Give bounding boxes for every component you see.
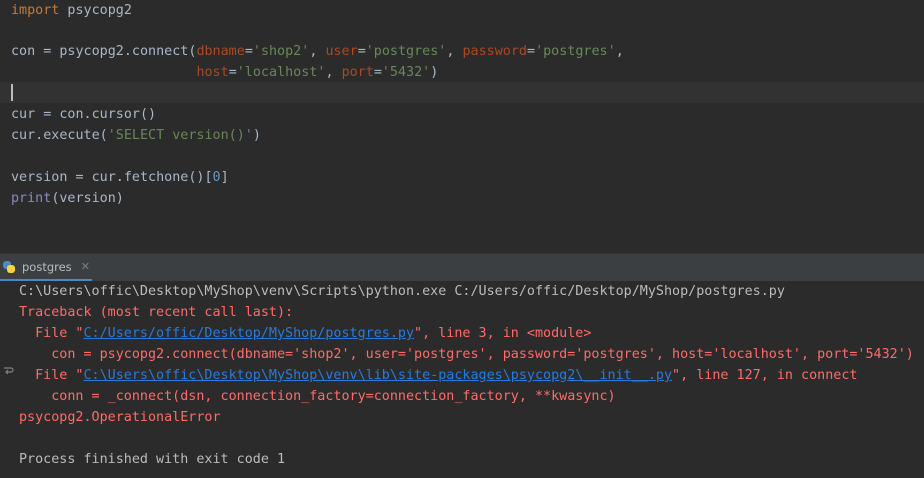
run-console[interactable]: C:\Users\offic\Desktop\MyShop\venv\Scrip…: [0, 281, 924, 478]
code-token-text: ,: [309, 44, 326, 59]
run-tool-window-tabs: postgres ✕: [0, 253, 924, 282]
code-token-text: =: [373, 65, 382, 80]
console-token-link[interactable]: C:/Users/offic/Desktop/MyShop/postgres.p…: [84, 326, 415, 341]
code-token-pn: dbname: [196, 44, 245, 59]
console-token-err: psycopg2.OperationalError: [19, 410, 221, 425]
console-token-err: File ": [19, 326, 84, 341]
code-token-text: cur.execute(: [11, 128, 108, 143]
code-token-text: =: [357, 44, 366, 59]
code-token-pn: port: [341, 65, 374, 80]
code-token-st: 'SELECT version()': [107, 128, 253, 143]
console-token-err: con = psycopg2.connect(dbname='shop2', u…: [19, 347, 914, 362]
code-token-st: '5432': [381, 65, 431, 80]
code-token-text: ): [252, 128, 261, 143]
console-token-err: Traceback (most recent call last):: [19, 305, 294, 320]
console-token-err: File ": [19, 368, 84, 383]
code-token-text: =: [527, 44, 536, 59]
console-token-text: C:\Users\offic\Desktop\MyShop\venv\Scrip…: [19, 284, 785, 299]
code-token-text: version = cur.fetchone()[: [11, 170, 213, 185]
console-token-err: conn = _connect(dsn, connection_factory=…: [19, 389, 616, 404]
text-caret: [11, 84, 13, 101]
console-line: Process finished with exit code 1: [19, 449, 285, 470]
code-token-bi: print: [11, 191, 52, 206]
console-token-link[interactable]: C:\Users\offic\Desktop\MyShop\venv\lib\s…: [84, 368, 673, 383]
code-token-text: ,: [446, 44, 463, 59]
code-token-kw: import: [11, 3, 60, 18]
code-token-st: 'shop2': [252, 44, 310, 59]
code-line[interactable]: version = cur.fetchone()[0]: [11, 167, 229, 188]
console-line: C:\Users\offic\Desktop\MyShop\venv\Scrip…: [19, 281, 785, 302]
code-token-text: (version): [51, 191, 124, 206]
code-token-text: =: [244, 44, 253, 59]
code-line[interactable]: con = psycopg2.connect(dbname='shop2', u…: [11, 41, 624, 62]
code-token-text: =: [228, 65, 237, 80]
code-line[interactable]: cur.execute('SELECT version()'): [11, 125, 261, 146]
code-token-text: ,: [325, 65, 342, 80]
code-token-text: cur = con.cursor(): [11, 107, 157, 122]
code-token-pn: password: [462, 44, 528, 59]
code-token-text: psycopg2: [59, 3, 132, 18]
console-line: File "C:\Users\offic\Desktop\MyShop\venv…: [19, 365, 857, 386]
code-line[interactable]: cur = con.cursor(): [11, 104, 156, 125]
run-tab-postgres[interactable]: postgres ✕: [0, 254, 92, 281]
python-file-icon: [2, 260, 16, 274]
code-editor[interactable]: import psycopg2 con = psycopg2.connect(d…: [0, 0, 924, 230]
code-line[interactable]: import psycopg2: [11, 0, 132, 21]
code-token-nm: 0: [212, 170, 221, 185]
code-token-text: ,: [615, 44, 624, 59]
code-token-pn: host: [196, 65, 229, 80]
console-token-err: ", line 127, in connect: [672, 368, 858, 383]
code-token-st: 'localhost': [236, 65, 326, 80]
code-token-text: ): [430, 65, 439, 80]
current-line-highlight: [0, 82, 924, 103]
run-tab-label: postgres: [22, 259, 72, 274]
console-line: conn = _connect(dsn, connection_factory=…: [19, 386, 616, 407]
console-token-err: ", line 3, in <module>: [414, 326, 592, 341]
code-token-st: 'postgres': [365, 44, 447, 59]
code-line[interactable]: host='localhost', port='5432'): [11, 62, 438, 83]
console-token-text: Process finished with exit code 1: [19, 452, 286, 467]
code-line[interactable]: print(version): [11, 188, 124, 209]
soft-wrap-icon[interactable]: [1, 364, 15, 378]
console-line: Traceback (most recent call last):: [19, 302, 293, 323]
console-line: psycopg2.OperationalError: [19, 407, 221, 428]
close-icon[interactable]: ✕: [81, 260, 90, 273]
panel-divider[interactable]: [0, 230, 924, 252]
code-token-pn: user: [325, 44, 358, 59]
console-line: File "C:/Users/offic/Desktop/MyShop/post…: [19, 323, 591, 344]
code-token-text: con = psycopg2.connect(: [11, 44, 197, 59]
code-token-text: ]: [220, 170, 229, 185]
code-token-st: 'postgres': [535, 44, 616, 59]
console-line: con = psycopg2.connect(dbname='shop2', u…: [19, 344, 914, 365]
